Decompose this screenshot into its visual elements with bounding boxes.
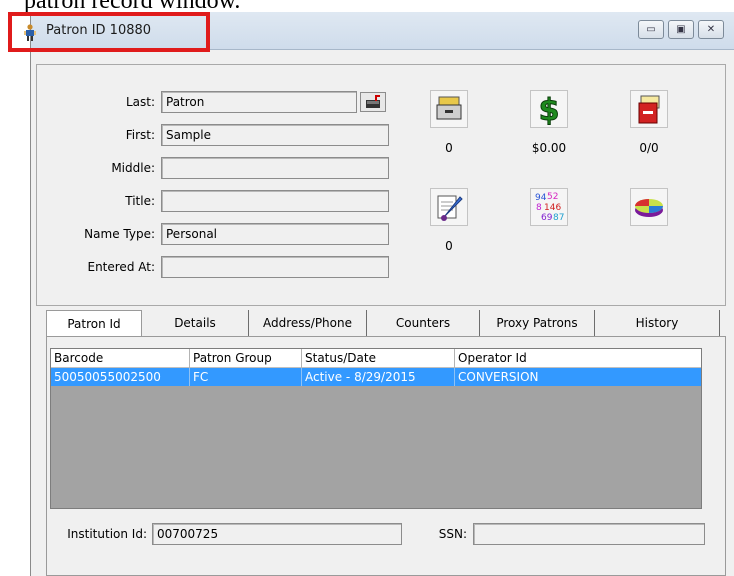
ssn-label: SSN: (438, 527, 467, 541)
institution-id-field[interactable]: 00700725 (152, 523, 402, 545)
middle-name-field[interactable] (161, 157, 389, 179)
institution-id-label: Institution Id: (67, 527, 147, 541)
statistics-button[interactable]: 94 52 8 146 69 87 (530, 188, 568, 226)
holds-ratio: 0/0 (639, 141, 659, 155)
table-header: Barcode Patron Group Status/Date Operato… (51, 349, 701, 368)
maximize-button[interactable]: ▣ (668, 20, 694, 39)
tab-details[interactable]: Details (142, 310, 249, 336)
tab-counters[interactable]: Counters (367, 310, 480, 336)
tab-patron-id[interactable]: Patron Id (46, 310, 142, 337)
operator-id-cell: CONVERSION (458, 370, 539, 384)
card-file-icon (436, 96, 462, 120)
svg-text:94: 94 (535, 193, 547, 203)
request-book-icon (638, 95, 660, 124)
entered-at-field[interactable] (161, 256, 389, 278)
tab-proxy-patrons[interactable]: Proxy Patrons (480, 310, 595, 336)
tab-address-phone[interactable]: Address/Phone (249, 310, 367, 336)
ssn-field[interactable] (473, 523, 705, 545)
chart-button[interactable] (630, 188, 668, 226)
barcode-table[interactable]: Barcode Patron Group Status/Date Operato… (50, 348, 702, 509)
mailbox-icon (366, 95, 380, 108)
close-button[interactable]: ✕ (698, 20, 724, 39)
name-panel: Last: Patron First: Sample Middle: Title… (36, 64, 726, 306)
last-name-field[interactable]: Patron (161, 91, 357, 113)
numbers-icon: 94 52 8 146 69 87 (535, 192, 564, 223)
table-row[interactable]: 50050055002500 FC Active - 8/29/2015 CON… (51, 368, 701, 386)
name-type-label: Name Type: (84, 227, 155, 241)
entered-at-label: Entered At: (87, 260, 155, 274)
patron-icon (22, 24, 38, 42)
tab-history[interactable]: History (595, 310, 720, 336)
svg-text:69: 69 (541, 213, 553, 223)
patron-tabs: Patron Id Details Address/Phone Counters… (46, 310, 726, 337)
title-highlight-box: Patron ID 10880 (8, 12, 210, 52)
dollar-icon: $ (538, 93, 560, 125)
middle-name-label: Middle: (111, 161, 155, 175)
fines-fees-button[interactable]: $ (530, 90, 568, 128)
first-name-label: First: (125, 128, 155, 142)
name-type-field[interactable]: Personal (161, 223, 389, 245)
column-header-barcode[interactable]: Barcode (51, 349, 190, 368)
svg-text:8: 8 (536, 203, 542, 213)
fines-amount: $0.00 (531, 141, 567, 155)
maximize-icon: ▣ (676, 24, 686, 35)
quill-note-icon (437, 195, 463, 221)
first-name-field[interactable]: Sample (161, 124, 389, 146)
title-field[interactable] (161, 190, 389, 212)
title-bar[interactable]: Patron ID 10880 ▭ ▣ ✕ (8, 12, 734, 52)
minimize-icon: ▭ (646, 24, 656, 35)
svg-text:146: 146 (544, 203, 561, 213)
notes-count: 0 (445, 239, 453, 253)
items-charged-button[interactable] (430, 90, 468, 128)
column-header-patron-group[interactable]: Patron Group (190, 349, 302, 368)
minimize-button[interactable]: ▭ (638, 20, 664, 39)
patron-group-cell: FC (190, 368, 302, 386)
last-name-label: Last: (125, 95, 155, 109)
notes-button[interactable] (430, 188, 468, 226)
items-count: 0 (445, 141, 453, 155)
svg-text:87: 87 (553, 213, 564, 223)
holds-requests-button[interactable] (630, 90, 668, 128)
pie-chart-icon (635, 199, 663, 217)
column-header-operator-id[interactable]: Operator Id (455, 349, 701, 368)
name-lookup-button[interactable] (360, 92, 386, 112)
window-title: Patron ID 10880 (46, 23, 152, 38)
column-header-status-date[interactable]: Status/Date (302, 349, 455, 368)
svg-text:$: $ (539, 93, 560, 125)
patron-record-window: Patron ID 10880 ▭ ▣ ✕ Last: Patron First… (8, 12, 734, 576)
svg-text:52: 52 (547, 192, 558, 202)
status-date-cell: Active - 8/29/2015 (302, 368, 455, 386)
title-label: Title: (125, 194, 155, 208)
barcode-cell: 50050055002500 (51, 368, 190, 386)
close-icon: ✕ (706, 24, 716, 35)
